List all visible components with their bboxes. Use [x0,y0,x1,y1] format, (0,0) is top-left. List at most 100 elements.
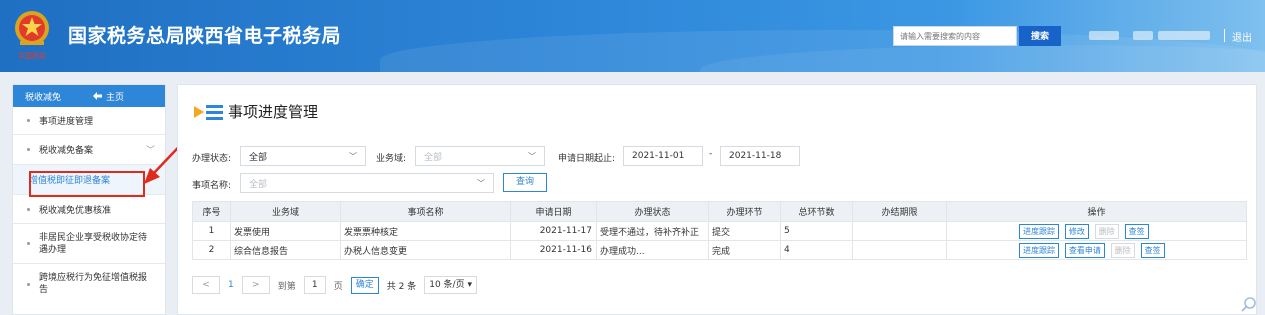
check-sign-button[interactable]: 查签 [1140,242,1165,258]
bullet-icon [27,207,30,211]
domain-label: 业务域: [376,154,407,164]
cell-item: 发票票种核定 [340,221,511,241]
chevron-down-icon: ﹀ [528,151,536,161]
cell-date: 2021-11-17 [510,221,597,241]
home-link[interactable]: 主页 [93,90,124,103]
cell-status: 受理不通过，待补齐补正 [596,221,709,241]
cell-deadline [852,240,947,260]
column-header: 总环节数 [780,201,853,222]
track-progress-button[interactable]: 进度跟踪 [1019,223,1059,239]
domain-select[interactable]: 全部 ﹀ [415,146,545,166]
date-from-input[interactable]: 2021-11-01 [623,146,703,166]
bullet-icon [27,148,30,151]
site-header: 中国税务 国家税务总局陕西省电子税务局 搜索 退出 [0,0,1265,72]
date-separator: - [709,149,713,159]
sidebar-item-preference-approval[interactable]: 税收减免优惠核准 [13,195,165,224]
cell-domain: 发票使用 [230,221,341,241]
home-label: 主页 [106,92,125,103]
sidebar-item-label: 事项进度管理 [39,117,94,127]
tax-emblem-icon: 中国税务 [15,11,49,60]
column-header: 办理状态 [596,201,709,222]
column-header: 业务域 [230,201,341,222]
cell-no: 2 [192,240,231,260]
chevron-down-icon: ▾ [467,280,472,290]
cell-status: 办理成功... [596,240,709,260]
cell-date: 2021-11-16 [510,240,597,260]
cell-item: 办税人信息变更 [340,240,511,260]
main-panel: 事项进度管理 办理状态: 全部 ﹀ 业务域: 全部 ﹀ 申请日期起止: 2021… [177,84,1257,315]
edit-button[interactable]: 修改 [1064,223,1089,239]
logout-link[interactable]: 退出 [1232,29,1252,44]
page-size-select[interactable]: 10 条/页 ▾ [424,276,477,294]
bullet-icon [27,282,30,286]
check-sign-button[interactable]: 查签 [1124,223,1149,239]
date-range-label: 申请日期起止: [558,154,616,164]
item-name-label: 事项名称: [192,181,232,191]
magnifier-icon[interactable] [1240,296,1258,314]
site-title: 国家税务总局陕西省电子税务局 [68,25,342,47]
blurred-user-info [1133,31,1153,40]
cell-operations: 进度跟踪 查看申请 删除 查签 [946,240,1247,260]
prev-page-button[interactable]: < [192,276,220,294]
chevron-down-icon: ﹀ [349,151,357,161]
goto-confirm-button[interactable]: 确定 [350,276,379,294]
bullet-icon [27,242,30,245]
sidebar-item-label: 跨境应税行为免征增值税报告 [39,273,148,295]
cell-total-steps: 4 [780,240,853,260]
date-to-value: 2021-11-18 [729,151,782,161]
track-progress-button[interactable]: 进度跟踪 [1019,242,1059,258]
list-icon [194,104,223,120]
status-select-value: 全部 [249,152,268,163]
goto-page-input[interactable]: 1 [303,276,326,294]
delete-button[interactable]: 删除 [1110,242,1135,258]
status-label: 办理状态: [192,154,232,164]
cell-operations: 进度跟踪 修改 删除 查签 [946,221,1247,241]
delete-button[interactable]: 删除 [1094,223,1119,239]
view-application-button[interactable]: 查看申请 [1064,242,1105,258]
sidebar-item-label: 非居民企业享受税收协定待遇办理 [39,232,148,255]
page-title: 事项进度管理 [228,103,319,121]
domain-select-placeholder: 全部 [424,152,443,163]
back-arrow-icon [93,92,103,100]
query-button[interactable]: 查询 [503,173,547,192]
date-from-value: 2021-11-01 [632,151,685,161]
highlight-annotation-box [29,171,145,197]
column-header: 办理环节 [708,201,781,222]
cell-stage: 完成 [708,240,781,260]
status-select[interactable]: 全部 ﹀ [240,146,366,166]
cell-deadline [852,221,947,241]
progress-table: 序号 业务域 事项名称 申请日期 办理状态 办理环节 总环节数 办结期限 操作 … [192,201,1247,260]
total-count: 共 2 条 [386,281,417,292]
search-button[interactable]: 搜索 [1019,26,1061,46]
next-page-button[interactable]: > [241,276,270,294]
column-header: 操作 [946,201,1247,222]
column-header: 办结期限 [852,201,947,222]
chevron-down-icon: ﹀ [477,178,485,188]
column-header: 申请日期 [510,201,597,222]
cell-no: 1 [192,221,231,241]
column-header: 序号 [192,201,231,222]
cell-domain: 综合信息报告 [230,240,341,260]
date-to-input[interactable]: 2021-11-18 [720,146,800,166]
page-unit-label: 页 [333,281,343,292]
header-divider [1224,29,1225,42]
sidebar-section-title: 税收减免 [25,92,62,103]
item-name-select[interactable]: 全部 ﹀ [240,173,494,193]
table-header-row: 序号 业务域 事项名称 申请日期 办理状态 办理环节 总环节数 办结期限 操作 [192,201,1247,222]
search-input[interactable] [893,26,1017,46]
pagination: < 1 > 到第 1 页 确定 共 2 条 10 条/页 ▾ [192,276,477,294]
cell-stage: 提交 [708,221,781,241]
page-number[interactable]: 1 [228,280,234,290]
sidebar-item-label: 税收减免备案 [39,146,94,156]
item-name-placeholder: 全部 [249,179,268,190]
table-row: 1 发票使用 发票票种核定 2021-11-17 受理不通过，待补齐补正 提交 … [192,221,1247,241]
cell-total-steps: 5 [780,221,853,241]
blurred-user-info [1158,31,1210,40]
sidebar-item-cross-border-report[interactable]: 跨境应税行为免征增值税报告 [13,264,165,304]
sidebar: 税收减免 主页 事项进度管理 税收减免备案 ﹀ 增值税即征即退备案 税收减免优惠… [12,84,166,315]
goto-label: 到第 [277,281,296,292]
sidebar-item-treaty-benefits[interactable]: 非居民企业享受税收协定待遇办理 [13,224,165,264]
page-heading: 事项进度管理 [194,101,318,122]
column-header: 事项名称 [340,201,511,222]
table-row: 2 综合信息报告 办税人信息变更 2021-11-16 办理成功... 完成 4… [192,240,1247,260]
